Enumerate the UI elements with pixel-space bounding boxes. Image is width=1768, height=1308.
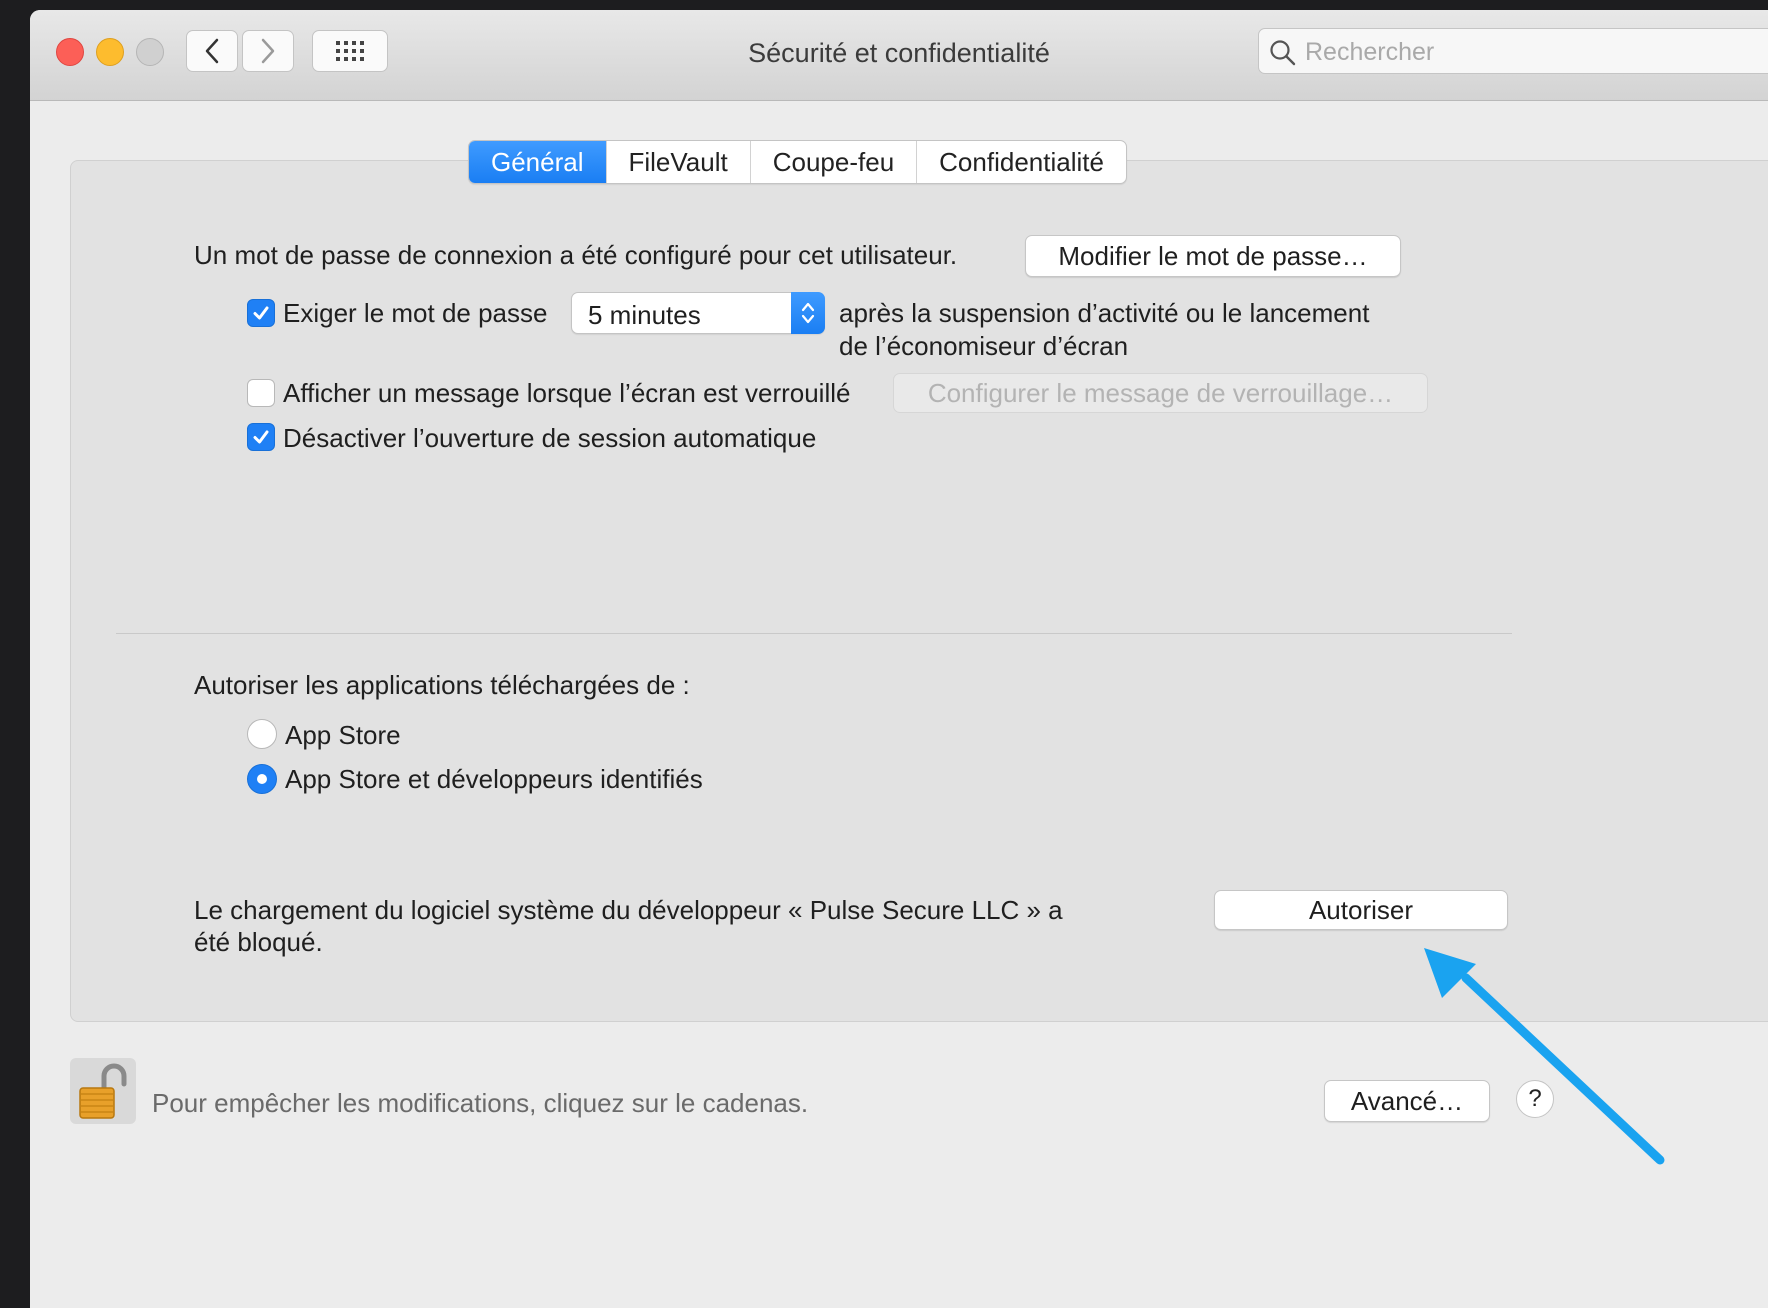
require-password-checkbox[interactable] xyxy=(247,299,275,327)
search-input[interactable] xyxy=(1303,35,1707,69)
checkmark-icon xyxy=(253,430,269,444)
require-password-suffix-line1: après la suspension d’activité ou le lan… xyxy=(839,298,1370,328)
radio-app-store-identified-label: App Store et développeurs identifiés xyxy=(285,764,703,794)
radio-app-store-label: App Store xyxy=(285,720,401,750)
disable-autologin-checkbox[interactable] xyxy=(247,423,275,451)
lock-hint-text: Pour empêcher les modifications, cliquez… xyxy=(152,1088,809,1118)
blocked-text-line1: Le chargement du logiciel système du dév… xyxy=(194,895,1063,925)
tab-filevault[interactable]: FileVault xyxy=(607,141,751,183)
select-stepper xyxy=(791,292,825,334)
title-bar: Sécurité et confidentialité xyxy=(30,10,1768,101)
show-message-label: Afficher un message lorsque l’écran est … xyxy=(283,378,851,408)
unlocked-padlock-icon xyxy=(79,1063,127,1119)
lock-button[interactable] xyxy=(70,1058,136,1124)
change-password-button[interactable]: Modifier le mot de passe… xyxy=(1025,235,1401,277)
show-message-checkbox[interactable] xyxy=(247,379,275,407)
downloads-heading: Autoriser les applications téléchargées … xyxy=(194,670,690,700)
tab-bar: Général FileVault Coupe-feu Confidential… xyxy=(468,140,1127,184)
preferences-window: Sécurité et confidentialité Général File… xyxy=(30,10,1768,1308)
require-password-suffix-line2: de l’économiseur d’écran xyxy=(839,331,1129,361)
password-delay-select[interactable]: 5 minutes xyxy=(571,292,825,334)
tab-firewall[interactable]: Coupe-feu xyxy=(751,141,918,183)
radio-app-store-identified[interactable] xyxy=(247,764,277,794)
require-password-label: Exiger le mot de passe xyxy=(283,298,548,328)
password-delay-value: 5 minutes xyxy=(588,300,701,330)
search-field[interactable] xyxy=(1258,28,1768,74)
tab-privacy[interactable]: Confidentialité xyxy=(917,141,1126,183)
disable-autologin-label: Désactiver l’ouverture de session automa… xyxy=(283,423,817,453)
search-icon xyxy=(1270,40,1296,66)
checkmark-icon xyxy=(253,306,269,320)
settings-panel xyxy=(70,160,1768,1022)
blocked-text-line2: été bloqué. xyxy=(194,927,323,957)
allow-button[interactable]: Autoriser xyxy=(1214,890,1508,930)
radio-app-store[interactable] xyxy=(247,719,277,749)
section-divider xyxy=(116,633,1512,634)
updown-chevron-icon xyxy=(801,302,815,324)
configure-lock-message-button[interactable]: Configurer le message de verrouillage… xyxy=(893,373,1428,413)
password-status-text: Un mot de passe de connexion a été confi… xyxy=(194,240,958,270)
annotation-arrow-icon xyxy=(1424,948,1665,1165)
tab-general[interactable]: Général xyxy=(469,141,607,183)
